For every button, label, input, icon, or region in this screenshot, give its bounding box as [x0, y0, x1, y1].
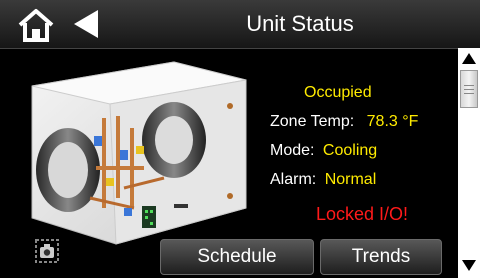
zone-temp-label: Zone Temp: [270, 113, 355, 130]
scrollbar-thumb[interactable] [460, 70, 478, 108]
occupancy-status: Occupied [304, 84, 372, 101]
alarm-row: Alarm: Normal [270, 171, 376, 189]
mode-row: Mode: Cooling [270, 142, 377, 160]
scroll-up-arrow-icon[interactable] [460, 50, 478, 68]
trends-button[interactable]: Trends [320, 239, 442, 275]
zone-temp-value: 78.3 °F [366, 113, 419, 130]
mode-label: Mode: [270, 142, 315, 159]
locked-io-warning: Locked I/O! [316, 204, 409, 224]
alarm-value: Normal [324, 171, 377, 188]
mode-value: Cooling [322, 142, 378, 159]
unit-status-screen: Unit Status Occupied Zone Temp: 78.3 °F … [0, 0, 480, 278]
schedule-button[interactable]: Schedule [160, 239, 314, 275]
page-title: Unit Status [246, 11, 354, 36]
home-icon[interactable] [16, 8, 56, 42]
alarm-label: Alarm: [270, 171, 317, 188]
back-arrow-icon[interactable] [72, 8, 100, 40]
header-bar: Unit Status [0, 0, 480, 49]
zone-temp-row: Zone Temp: 78.3 °F [270, 113, 418, 131]
scroll-down-arrow-icon[interactable] [460, 256, 478, 274]
heat-pump-unit-image [31, 61, 247, 245]
camera-icon[interactable] [34, 238, 60, 264]
